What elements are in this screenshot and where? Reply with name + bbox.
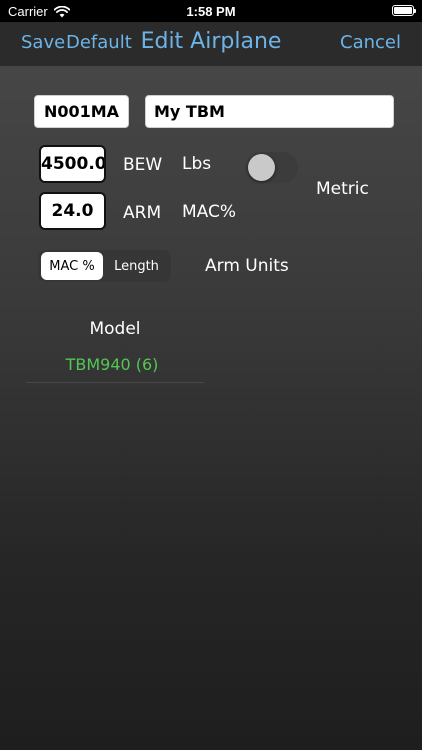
arm-label: ARM bbox=[123, 203, 162, 223]
status-bar: Carrier 1:58 PM bbox=[0, 0, 422, 22]
nav-bar: Save Default Edit Airplane Cancel bbox=[0, 22, 422, 66]
metric-label: Metric bbox=[316, 179, 369, 199]
arm-input[interactable] bbox=[39, 192, 106, 230]
airplane-name-input[interactable] bbox=[145, 95, 394, 128]
arm-units-segmented-control: MAC % Length bbox=[38, 250, 171, 282]
metric-toggle[interactable] bbox=[246, 152, 298, 183]
model-list-item[interactable]: TBM940 (6) bbox=[22, 355, 202, 374]
battery-level bbox=[394, 7, 412, 14]
default-button[interactable]: Default bbox=[66, 32, 132, 53]
wifi-icon bbox=[53, 5, 70, 17]
battery-icon bbox=[392, 5, 416, 16]
bew-label: BEW bbox=[123, 155, 163, 175]
registration-input[interactable] bbox=[34, 95, 129, 128]
cancel-button[interactable]: Cancel bbox=[340, 32, 401, 53]
weight-unit-label: Lbs bbox=[182, 154, 212, 174]
page-title: Edit Airplane bbox=[140, 29, 282, 54]
carrier-label: Carrier bbox=[8, 4, 48, 19]
segment-length[interactable]: Length bbox=[105, 252, 168, 280]
bew-input[interactable] bbox=[39, 145, 106, 183]
arm-units-label: Arm Units bbox=[205, 256, 289, 276]
model-heading: Model bbox=[89, 319, 141, 339]
segment-mac-percent[interactable]: MAC % bbox=[41, 252, 103, 280]
metric-toggle-knob bbox=[248, 154, 275, 181]
carrier-group: Carrier bbox=[8, 4, 70, 19]
save-button[interactable]: Save bbox=[21, 32, 65, 53]
arm-unit-label: MAC% bbox=[182, 202, 237, 222]
model-divider bbox=[26, 382, 204, 383]
